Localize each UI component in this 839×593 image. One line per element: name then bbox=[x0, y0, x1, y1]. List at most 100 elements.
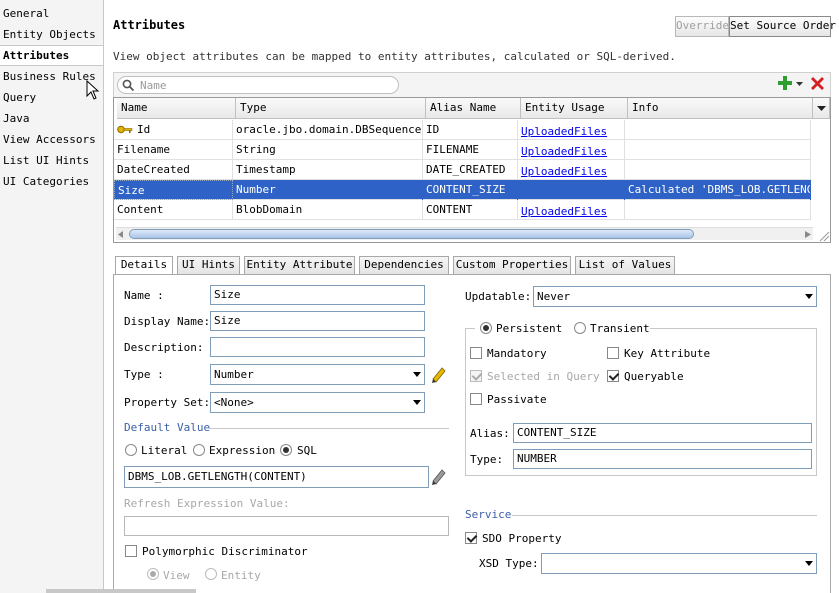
override-button[interactable]: Override bbox=[675, 16, 729, 37]
description-label: Description: bbox=[124, 341, 204, 354]
page-title: Attributes bbox=[113, 18, 186, 32]
mandatory-checkbox[interactable] bbox=[470, 347, 482, 359]
table-row[interactable]: Id oracle.jbo.domain.DBSequence ID Uploa… bbox=[114, 120, 811, 140]
cell-info bbox=[625, 140, 811, 160]
search-placeholder: Name bbox=[140, 79, 167, 92]
cell-alias: CONTENT_SIZE bbox=[423, 180, 518, 200]
sidebar-item-list-ui-hints[interactable]: List UI Hints bbox=[3, 154, 89, 167]
column-header-type[interactable]: Type bbox=[236, 98, 426, 119]
cell-usage: UploadedFiles bbox=[518, 200, 625, 220]
set-source-order-button[interactable]: Set Source Order bbox=[729, 16, 836, 37]
cell-alias: DATE_CREATED bbox=[423, 160, 518, 180]
refresh-expression-field[interactable] bbox=[124, 516, 449, 536]
property-set-select[interactable]: <None> bbox=[210, 392, 425, 413]
queryable-label: Queryable bbox=[624, 370, 684, 383]
cell-name: Id bbox=[134, 120, 233, 140]
sdo-property-checkbox[interactable] bbox=[465, 532, 477, 544]
property-set-value: <None> bbox=[214, 396, 254, 409]
cell-usage: UploadedFiles bbox=[518, 160, 625, 180]
tab-details[interactable]: Details bbox=[115, 256, 173, 275]
polymorphic-discriminator-checkbox[interactable] bbox=[125, 545, 137, 557]
tab-custom-properties[interactable]: Custom Properties bbox=[453, 256, 571, 274]
sidebar-item-query[interactable]: Query bbox=[3, 91, 36, 104]
expression-label: Expression bbox=[209, 444, 276, 457]
display-name-field[interactable]: Size bbox=[210, 311, 425, 331]
key-icon bbox=[117, 125, 133, 134]
queryable-checkbox[interactable] bbox=[607, 370, 619, 382]
name-field[interactable]: Size bbox=[210, 285, 425, 305]
sidebar-item-entity-objects[interactable]: Entity Objects bbox=[3, 28, 96, 41]
refresh-expression-label: Refresh Expression Value: bbox=[124, 497, 290, 510]
mouse-pointer-icon bbox=[86, 80, 100, 100]
table-row[interactable]: Content BlobDomain CONTENT UploadedFiles bbox=[114, 200, 811, 220]
cell-name: Filename bbox=[114, 140, 233, 160]
updatable-select[interactable]: Never bbox=[533, 286, 817, 307]
sidebar-item-attributes[interactable]: Attributes bbox=[0, 45, 103, 66]
delete-icon[interactable] bbox=[809, 75, 826, 92]
persistent-radio[interactable] bbox=[480, 322, 492, 334]
column-header-entity-usage[interactable]: Entity Usage bbox=[521, 98, 628, 119]
updatable-label: Updatable: bbox=[465, 290, 532, 303]
view-radio[interactable] bbox=[147, 568, 159, 580]
alias-field[interactable]: CONTENT_SIZE bbox=[513, 423, 812, 443]
entity-usage-link[interactable]: UploadedFiles bbox=[521, 125, 607, 138]
table-row-selected[interactable]: Size Number CONTENT_SIZE Calculated 'DBM… bbox=[114, 180, 811, 200]
horizontal-scrollbar[interactable] bbox=[116, 227, 813, 240]
entity-radio[interactable] bbox=[205, 568, 217, 580]
tab-dependencies[interactable]: Dependencies bbox=[359, 256, 449, 274]
entity-usage-link[interactable]: UploadedFiles bbox=[521, 205, 607, 218]
entity-usage-link[interactable]: UploadedFiles bbox=[521, 165, 607, 178]
cell-alias: ID bbox=[423, 120, 518, 140]
type-label: Type : bbox=[124, 368, 164, 381]
literal-radio[interactable] bbox=[125, 444, 137, 456]
bottom-scrollbar[interactable] bbox=[46, 589, 196, 593]
sidebar-item-general[interactable]: General bbox=[3, 7, 49, 20]
column-header-info[interactable]: Info bbox=[628, 98, 813, 119]
cell-info bbox=[625, 200, 811, 220]
sidebar-item-java[interactable]: Java bbox=[3, 112, 30, 125]
xsd-type-select[interactable] bbox=[541, 553, 817, 574]
transient-radio[interactable] bbox=[574, 322, 586, 334]
add-icon[interactable] bbox=[777, 75, 793, 91]
property-set-label: Property Set: bbox=[124, 396, 211, 409]
cell-info bbox=[625, 160, 811, 180]
sdo-property-label: SDO Property bbox=[482, 532, 562, 545]
expression-radio[interactable] bbox=[193, 444, 205, 456]
key-attribute-checkbox[interactable] bbox=[607, 347, 619, 359]
tab-ui-hints[interactable]: UI Hints bbox=[177, 256, 240, 274]
scrollbar-thumb[interactable] bbox=[129, 229, 694, 239]
type-select[interactable]: Number bbox=[210, 364, 425, 385]
sql-expression-field[interactable]: DBMS_LOB.GETLENGTH(CONTENT) bbox=[124, 466, 429, 488]
cell-usage: UploadedFiles bbox=[518, 120, 625, 140]
edit-pencil-icon[interactable] bbox=[430, 467, 447, 485]
chevron-down-icon[interactable] bbox=[796, 82, 803, 87]
sidebar-item-view-accessors[interactable]: View Accessors bbox=[3, 133, 96, 146]
default-value-section-title: Default Value bbox=[124, 421, 211, 434]
section-divider bbox=[209, 428, 449, 429]
column-header-name[interactable]: Name bbox=[117, 98, 236, 119]
scroll-right-icon[interactable] bbox=[805, 231, 811, 238]
sql-radio[interactable] bbox=[280, 444, 292, 456]
resize-grip-icon[interactable] bbox=[818, 232, 830, 242]
tab-entity-attribute[interactable]: Entity Attribute bbox=[244, 256, 355, 274]
table-row[interactable]: DateCreated Timestamp DATE_CREATED Uploa… bbox=[114, 160, 811, 180]
sidebar-item-ui-categories[interactable]: UI Categories bbox=[3, 175, 89, 188]
type-select-value: Number bbox=[214, 368, 254, 381]
column-chooser[interactable] bbox=[813, 98, 830, 119]
description-field[interactable] bbox=[210, 337, 425, 357]
updatable-value: Never bbox=[537, 290, 571, 303]
passivate-checkbox[interactable] bbox=[470, 393, 482, 405]
pencil-icon[interactable] bbox=[430, 365, 447, 383]
sidebar-item-business-rules[interactable]: Business Rules bbox=[3, 70, 96, 83]
column-header-alias-name[interactable]: Alias Name bbox=[426, 98, 521, 119]
tab-list-of-values[interactable]: List of Values bbox=[575, 256, 675, 274]
display-name-label: Display Name: bbox=[124, 315, 211, 328]
search-input[interactable]: Name bbox=[117, 76, 399, 94]
scroll-left-icon[interactable] bbox=[118, 231, 124, 238]
entity-label: Entity bbox=[221, 569, 261, 582]
selected-in-query-checkbox[interactable] bbox=[470, 370, 482, 382]
entity-usage-link[interactable]: UploadedFiles bbox=[521, 145, 607, 158]
column-type-field[interactable]: NUMBER bbox=[513, 449, 812, 469]
table-row[interactable]: Filename String FILENAME UploadedFiles bbox=[114, 140, 811, 160]
attributes-table: Name Type Alias Name Entity Usage Info I… bbox=[113, 97, 831, 243]
